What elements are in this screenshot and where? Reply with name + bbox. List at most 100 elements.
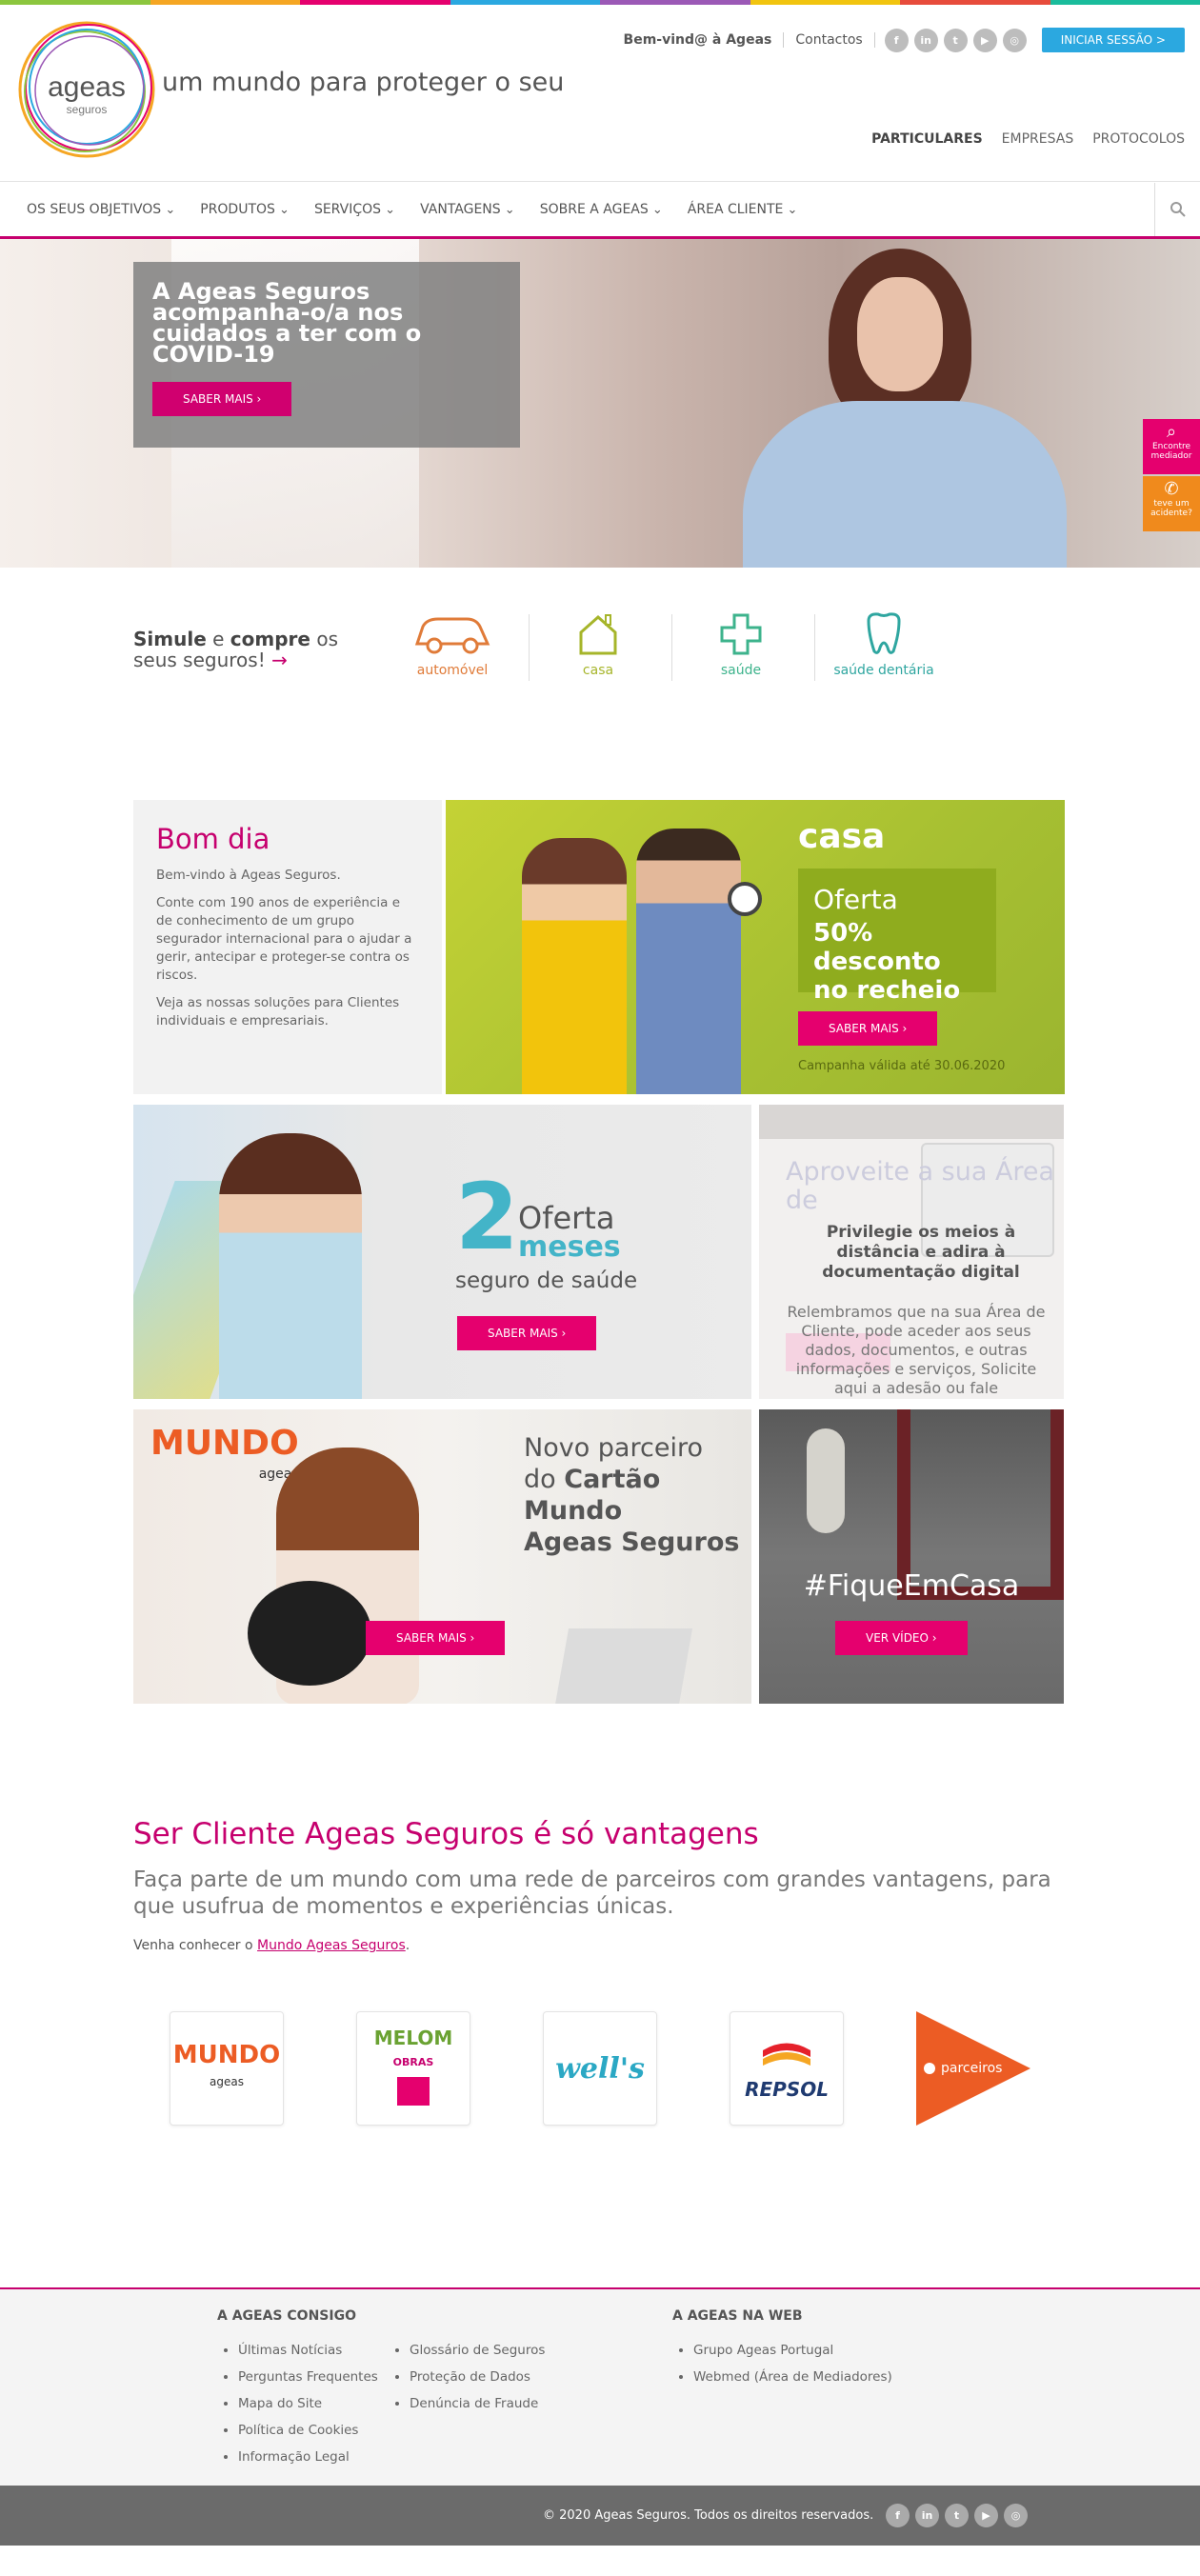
hero-message-box: A Ageas Seguros acompanha-o/a nos cuidad… [133, 262, 520, 448]
partner-wells[interactable]: well's [543, 2011, 657, 2126]
nav-area-cliente[interactable]: ÁREA CLIENTE [688, 202, 798, 217]
linkedin-icon[interactable]: in [915, 2504, 939, 2527]
partner-repsol[interactable]: REPSOL [730, 2011, 844, 2126]
mundo-logo: MUNDO ageas [150, 1424, 299, 1483]
footer-link[interactable]: Política de Cookies [238, 2417, 378, 2444]
segment-protocolos[interactable]: PROTOCOLOS [1092, 131, 1185, 147]
welcome-panel: Bom dia Bem-vindo à Ageas Seguros. Conte… [133, 800, 442, 1094]
site-footer: A AGEAS CONSIGO Últimas Notícias Pergunt… [0, 2287, 1200, 2486]
nav-sobre[interactable]: SOBRE A AGEAS [540, 202, 663, 217]
partner-melom[interactable]: MELOM OBRAS [356, 2011, 470, 2126]
ghost-heading: Aproveite a sua Área de [786, 1157, 1055, 1215]
footer-col2-title: A AGEAS NA WEB [672, 2308, 803, 2324]
nav-servicos[interactable]: SERVIÇOS [314, 202, 395, 217]
nav-objetivos[interactable]: OS SEUS OBJETIVOS [27, 202, 175, 217]
login-button[interactable]: INICIAR SESSÃO > [1041, 28, 1185, 52]
offer-product: seguro de saúde [455, 1268, 638, 1293]
door-handle-image [807, 1428, 845, 1533]
advantages-subtitle: Faça parte de um mundo com uma rede de p… [133, 1867, 1051, 1919]
contacts-link[interactable]: Contactos [784, 32, 875, 48]
footer-social-links: f in t ▶ ◎ [886, 2504, 1028, 2527]
find-agent-label: Encontre mediador [1150, 442, 1192, 461]
promo-saude-tile[interactable]: 2 Oferta meses seguro de saúde SABER MAI… [133, 1105, 751, 1399]
promo-mundo-tile[interactable]: MUNDO ageas Novo parceiro do Cartão Mundo… [133, 1409, 751, 1704]
arrow-right-icon: → [271, 649, 288, 671]
twitter-icon[interactable]: t [943, 28, 968, 52]
footer-link[interactable]: Perguntas Frequentes [238, 2364, 378, 2390]
youtube-icon[interactable]: ▶ [974, 2504, 998, 2527]
partners-label: parceiros [941, 2061, 1003, 2076]
offer-discount: 50% desconto no recheio [813, 919, 961, 1005]
youtube-icon[interactable]: ▶ [972, 28, 997, 52]
repsol-logo: REPSOL [745, 2036, 829, 2101]
footer-link[interactable]: Mapa do Site [238, 2390, 378, 2417]
welcome-text-1: Bem-vindo à Ageas Seguros. [156, 868, 341, 883]
woman-presenter-image [522, 838, 627, 1094]
melom-logo: MELOM OBRAS [374, 2027, 452, 2109]
product-label: saúde dentária [833, 663, 934, 678]
instagram-icon[interactable]: ◎ [1004, 2504, 1028, 2527]
footer-col1b-list: Glossário de Seguros Proteção de Dados D… [389, 2337, 545, 2417]
product-label: saúde [720, 663, 762, 678]
instagram-icon[interactable]: ◎ [1002, 28, 1027, 52]
segment-nav: PARTICULARES EMPRESAS PROTOCOLOS [871, 131, 1185, 147]
saude-more-button[interactable]: SABER MAIS › [457, 1316, 597, 1350]
facebook-icon[interactable]: f [886, 2504, 910, 2527]
mundo-more-button[interactable]: SABER MAIS › [366, 1621, 506, 1655]
product-saude[interactable]: saúde [670, 609, 812, 686]
footer-col1-title: A AGEAS CONSIGO [217, 2308, 356, 2324]
facebook-icon[interactable]: f [884, 28, 909, 52]
product-automovel[interactable]: automóvel [381, 609, 524, 686]
guitar-icon [248, 1581, 371, 1686]
hero-title: A Ageas Seguros acompanha-o/a nos cuidad… [152, 278, 422, 368]
twitter-icon[interactable]: t [945, 2504, 969, 2527]
site-header: ageas seguros um mundo para proteger o s… [0, 5, 1200, 182]
footer-link[interactable]: Últimas Notícias [238, 2337, 378, 2364]
find-agent-widget[interactable]: ⌕ Encontre mediador [1143, 419, 1200, 474]
footer-link[interactable]: Denúncia de Fraude [410, 2390, 545, 2417]
footer-link[interactable]: Proteção de Dados [410, 2364, 545, 2390]
house-icon [579, 614, 617, 655]
fique-em-casa-tile[interactable]: #FiqueEmCasa VER VÍDEO › [759, 1409, 1064, 1704]
watch-video-button[interactable]: VER VÍDEO › [835, 1621, 968, 1655]
copyright-text: © 2020 Ageas Seguros. Todos os direitos … [543, 2508, 874, 2523]
footer-link[interactable]: Glossário de Seguros [410, 2337, 545, 2364]
fique-title: #FiqueEmCasa [803, 1569, 1020, 1603]
welcome-text-3: Veja as nossas soluções para Clientes in… [156, 995, 400, 1028]
man-presenter-image [636, 829, 741, 1094]
product-label: casa [582, 663, 614, 678]
offer-number: 2 [455, 1164, 519, 1270]
car-icon [414, 617, 490, 654]
tile-header-strip [759, 1105, 1064, 1139]
mundo-text: Novo parceiro do Cartão Mundo Ageas Segu… [524, 1433, 740, 1557]
footer-link[interactable]: Informação Legal [238, 2444, 378, 2470]
digital-description: Relembramos que na sua Área de Cliente, … [787, 1303, 1046, 1397]
logo-subtext: seguros [67, 103, 108, 116]
footer-col1a-list: Últimas Notícias Perguntas Frequentes Ma… [217, 2337, 378, 2470]
search-person-icon: ⌕ [1166, 422, 1177, 442]
mundo-ageas-link[interactable]: Mundo Ageas Seguros [257, 1938, 406, 1953]
segment-particulares[interactable]: PARTICULARES [871, 131, 983, 147]
accident-widget[interactable]: ✆ teve um acidente? [1143, 476, 1200, 531]
partner-more[interactable]: parceiros [916, 2011, 1030, 2126]
casa-logo: casa [798, 817, 886, 856]
search-icon[interactable] [1154, 183, 1200, 236]
promo-casa-tile[interactable]: casa Oferta 50% desconto no recheio SABE… [446, 800, 1065, 1094]
footer-link[interactable]: Webmed (Área de Mediadores) [693, 2364, 892, 2390]
campaign-date: Campanha válida até 30.06.2020 [798, 1059, 1006, 1073]
digital-docs-tile[interactable]: Aproveite a sua Área de Privilegie os me… [759, 1105, 1064, 1399]
product-casa[interactable]: casa [527, 609, 670, 686]
segment-empresas[interactable]: EMPRESAS [1002, 131, 1074, 147]
welcome-title: Bom dia [156, 823, 270, 855]
footer-link[interactable]: Grupo Ageas Portugal [693, 2337, 892, 2364]
partner-mundo-ageas[interactable]: MUNDO ageas [170, 2011, 284, 2126]
nav-vantagens[interactable]: VANTAGENS [420, 202, 515, 217]
ageas-logo[interactable]: ageas seguros [15, 18, 158, 161]
hero-more-button[interactable]: SABER MAIS › [152, 382, 292, 416]
linkedin-icon[interactable]: in [913, 28, 938, 52]
product-saude-dentaria[interactable]: saúde dentária [812, 609, 955, 686]
welcome-link[interactable]: Bem-vind@ à Ageas [624, 32, 785, 48]
casa-more-button[interactable]: SABER MAIS › [798, 1011, 938, 1046]
nav-produtos[interactable]: PRODUTOS [200, 202, 290, 217]
offer-box: Oferta 50% desconto no recheio [798, 869, 996, 1005]
